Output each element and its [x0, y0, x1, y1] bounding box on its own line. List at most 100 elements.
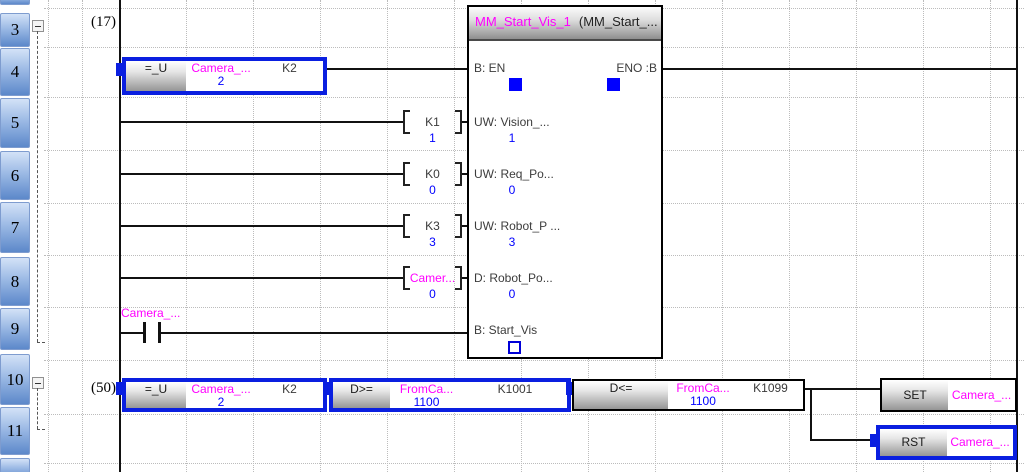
operand-value: 2 — [217, 395, 225, 409]
fb-pin-req-pos: UW: Req_Po... — [474, 167, 554, 181]
row-number: 6 — [10, 165, 20, 185]
fb-pin-value: 0 — [508, 287, 516, 301]
operand-value: 3 — [429, 235, 436, 249]
wire — [810, 439, 877, 441]
op-label: =_U — [144, 61, 168, 75]
collapse-toggle-icon[interactable] — [32, 20, 44, 32]
wire — [120, 121, 404, 123]
pin-status-square-on — [509, 78, 522, 91]
operand-value: 0 — [429, 287, 436, 301]
fb-pin-robot-p: UW: Robot_P ... — [474, 219, 561, 233]
operand-cell[interactable]: K2 — [256, 61, 323, 91]
op-label: SET — [903, 387, 927, 402]
row-header-11[interactable]: 11 — [0, 407, 30, 455]
wire — [663, 68, 1017, 70]
operand-cell[interactable]: FromCa... 1100 — [390, 382, 463, 409]
operand-label: K1001 — [497, 382, 533, 396]
row-number: 4 — [10, 62, 20, 81]
pin-status-square-off — [508, 341, 521, 354]
fb-pin-value: 1 — [508, 131, 516, 145]
contact-device-label: Camera_... — [121, 306, 181, 320]
wire — [327, 68, 468, 70]
operand-label: Camera_... — [951, 387, 1012, 402]
rung-tree-corner — [37, 429, 45, 430]
operand-cell[interactable]: Camera_... 2 — [186, 61, 256, 91]
instruction-op-cell[interactable]: SET — [882, 380, 948, 410]
operand-cell[interactable]: Camera_... — [948, 380, 1015, 410]
row-number: 10 — [6, 369, 24, 389]
operand-cell[interactable]: K2 — [256, 382, 323, 408]
row-header-8[interactable]: 8 — [0, 257, 30, 306]
instruction-op-cell[interactable]: D>= — [333, 382, 390, 408]
fb-pin-en: B: EN — [474, 61, 506, 75]
wire — [120, 277, 404, 279]
row-number: 9 — [10, 319, 20, 338]
row-number: 3 — [10, 20, 20, 39]
op-label: =_U — [144, 382, 168, 396]
step-number: (17) — [91, 14, 116, 30]
collapse-toggle-icon[interactable] — [32, 377, 44, 389]
operand-value: 1 — [429, 131, 436, 145]
operand-value: 1100 — [690, 394, 716, 408]
instruction-op-cell[interactable]: =_U — [126, 382, 186, 408]
wire — [805, 388, 881, 390]
row-header-partial-bottom[interactable] — [0, 458, 30, 472]
fb-pin-value: 3 — [508, 235, 516, 249]
row-number: 8 — [10, 271, 20, 291]
pin-status-square-on — [607, 78, 620, 91]
wire — [160, 332, 467, 334]
set-coil[interactable]: SET Camera_... — [880, 378, 1017, 412]
rung-tree-corner — [37, 342, 45, 343]
row-header-9[interactable]: 9 — [0, 308, 30, 350]
function-block-header: MM_Start_Vis_1 (MM_Start_... — [469, 7, 661, 41]
row-header-4[interactable]: 4 — [0, 48, 30, 96]
op-label: D<= — [609, 381, 633, 395]
row-header-10[interactable]: 10 — [0, 354, 30, 405]
row-header-3[interactable]: 3 — [0, 13, 30, 47]
fb-pin-vision: UW: Vision_... — [474, 115, 550, 129]
row-header-5[interactable]: 5 — [0, 98, 30, 148]
operand-value: 1100 — [413, 395, 440, 409]
compare-instruction-selected[interactable]: =_U Camera_... 2 K2 — [122, 57, 327, 95]
operand-cell[interactable]: Camera_... — [947, 429, 1013, 456]
rung-tree-line — [37, 388, 38, 429]
instruction-op-cell[interactable]: D<= — [574, 381, 668, 409]
step-number: (50) — [91, 380, 116, 396]
instruction-op-cell[interactable]: RST — [880, 429, 947, 456]
rst-coil-selected[interactable]: RST Camera_... — [876, 425, 1017, 460]
row-number: 11 — [6, 421, 24, 440]
fb-instance-name: MM_Start_Vis_1 — [475, 14, 571, 29]
fb-type-name: (MM_Start_... — [578, 14, 658, 29]
ladder-editor: 3 4 5 6 7 8 9 10 11 (17) (50) MM_Start_V… — [0, 0, 1024, 472]
operand-cell[interactable]: Camera_... 2 — [186, 382, 256, 409]
instruction-op-cell[interactable]: =_U — [126, 61, 186, 91]
operand-label: K2 — [282, 61, 297, 75]
row-header-7[interactable]: 7 — [0, 202, 30, 253]
wire — [120, 225, 404, 227]
branch-wire — [810, 388, 812, 441]
compare-instruction-selected[interactable]: =_U Camera_... 2 K2 — [122, 378, 327, 412]
compare-instruction[interactable]: D<= FromCa... 1100 K1099 — [572, 379, 805, 411]
operand-cell[interactable]: K1099 — [738, 381, 803, 409]
function-block-mm-start-vis[interactable]: MM_Start_Vis_1 (MM_Start_... B: EN ENO :… — [467, 5, 663, 359]
row-number: 7 — [10, 217, 20, 237]
wire — [120, 332, 145, 334]
rung-tree-line — [37, 31, 38, 342]
operand-value: 0 — [429, 183, 436, 197]
fb-pin-robot-po: D: Robot_Po... — [474, 271, 553, 285]
operand-label: K1099 — [753, 381, 788, 395]
operand-value: 2 — [217, 74, 225, 88]
operand-cell[interactable]: FromCa... 1100 — [668, 381, 738, 409]
wire — [120, 173, 404, 175]
compare-instruction-selected[interactable]: D>= FromCa... 1100 K1001 — [329, 378, 571, 412]
contact-open[interactable] — [158, 322, 161, 343]
operand-label: Camera_... — [950, 435, 1010, 449]
row-number: 5 — [10, 113, 20, 132]
contact-open[interactable] — [143, 322, 146, 343]
operand-cell[interactable]: K1001 — [463, 382, 567, 408]
fb-pin-start-vis: B: Start_Vis — [474, 323, 538, 337]
operand-label: K2 — [282, 382, 297, 396]
fb-pin-eno: ENO :B — [616, 61, 657, 75]
row-header-6[interactable]: 6 — [0, 151, 30, 200]
row-header-partial-top[interactable] — [0, 0, 30, 5]
